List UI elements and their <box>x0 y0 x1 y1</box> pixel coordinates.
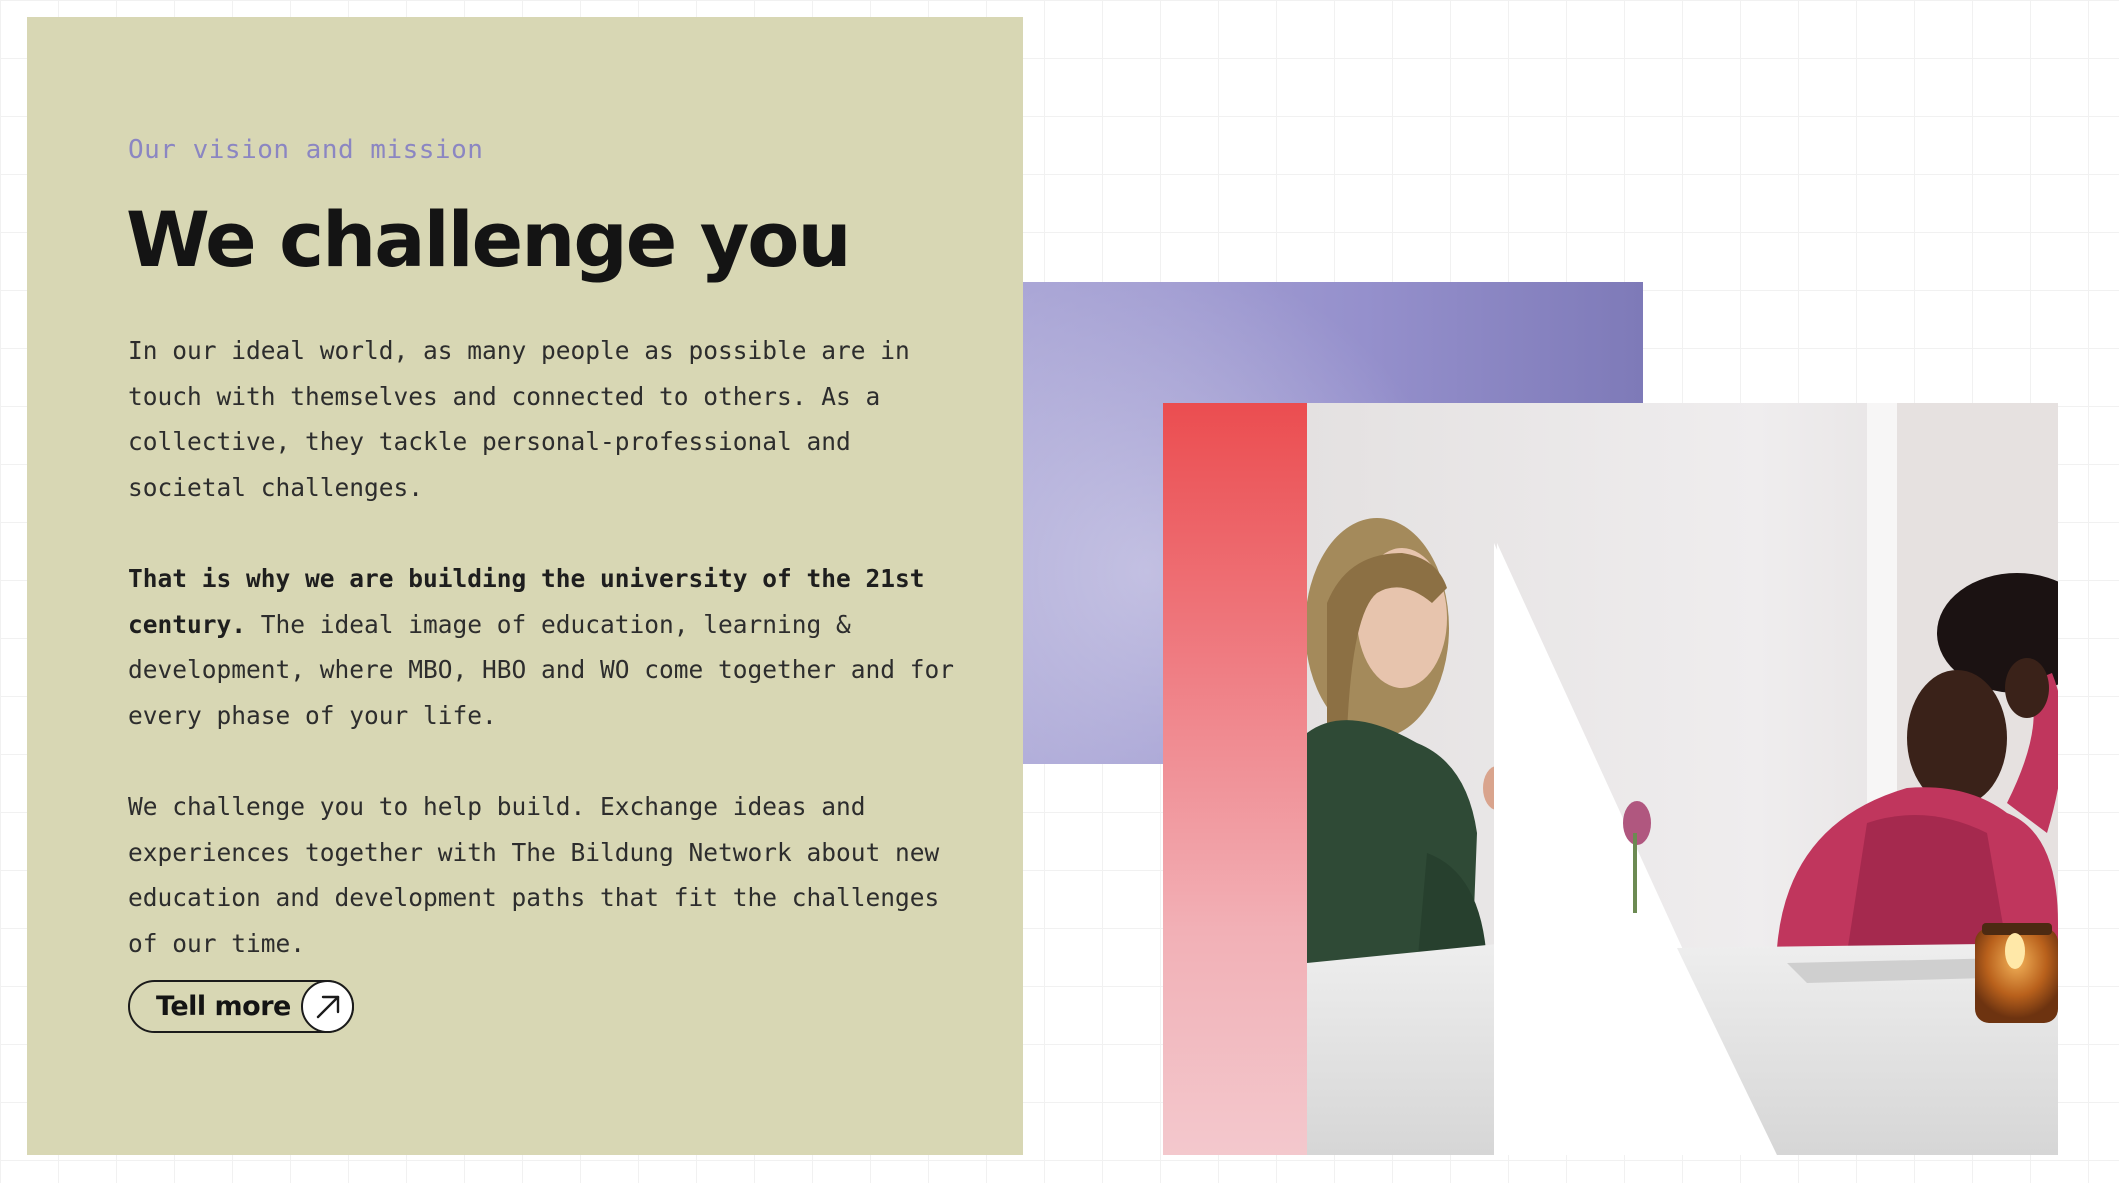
mission-card: Our vision and mission We challenge you … <box>27 17 1023 1155</box>
paragraph-ideal-world: In our ideal world, as many people as po… <box>128 336 910 502</box>
two-women-talking-photo <box>1307 403 2058 1155</box>
section-eyebrow: Our vision and mission <box>128 135 484 165</box>
paragraph-challenge: We challenge you to help build. Exchange… <box>128 792 940 958</box>
paragraph-university: That is why we are building the universi… <box>128 556 958 738</box>
decorative-red-strip <box>1163 403 1307 1155</box>
paragraph-university-rest: The ideal image of education, learning &… <box>128 609 955 730</box>
photo-frame <box>1163 403 2058 1155</box>
tell-more-label: Tell more <box>156 991 291 1022</box>
tell-more-button[interactable]: Tell more <box>128 980 354 1033</box>
section-title: We challenge you <box>126 195 852 284</box>
arrow-up-right-icon <box>301 980 354 1033</box>
